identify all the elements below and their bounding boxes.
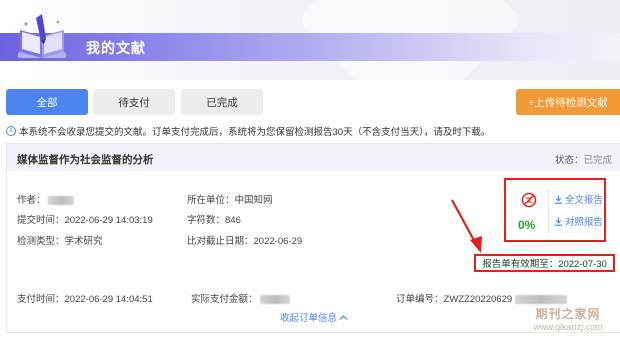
page-title: 我的文献 <box>86 40 146 56</box>
info-icon: i <box>6 126 16 136</box>
submit-time-value: 2022-06-29 14:03:19 <box>64 215 153 226</box>
compare-deadline-label: 比对截止日期： <box>187 236 254 247</box>
order-no-label: 订单编号： <box>396 294 444 305</box>
book-pen-icon <box>18 14 66 58</box>
submit-time-label: 提交时间： <box>17 215 65 226</box>
compare-deadline-value: 2022-06-29 <box>253 236 303 247</box>
compare-report-label: 对照报告 <box>565 217 604 228</box>
watermark: 期刊之家网 www.qikanzj.com <box>518 305 618 332</box>
chevron-up-icon <box>339 314 348 320</box>
order-no-redacted <box>514 294 567 304</box>
detect-type-field: 检测类型：学术研究 <box>17 233 103 247</box>
author-label: 作者： <box>17 195 46 206</box>
tab-unpaid[interactable]: 待支付 <box>93 89 175 115</box>
detect-type-value: 学术研究 <box>64 236 103 247</box>
download-icon <box>554 217 563 226</box>
status-badge: 状态：已完成 <box>555 152 612 166</box>
result-box: 0% 全文报告 对照报告 <box>504 178 606 242</box>
full-report-label: 全文报告 <box>565 195 604 206</box>
report-expiry: 报告单有效期至：2022-07-30 <box>474 254 615 272</box>
char-count-value: 846 <box>225 215 241 226</box>
notice-text: 本系统不会收录您提交的文献。订单支付完成后，系统将为您保留检测报告30天（不含支… <box>19 127 491 138</box>
order-card-header: 媒体监督作为社会监督的分析 状态：已完成 <box>7 144 620 171</box>
pay-time-label: 支付时间： <box>17 294 65 305</box>
submit-time-field: 提交时间：2022-06-29 14:03:19 <box>17 212 153 226</box>
actual-amount-field: 实际支付金额： <box>191 291 291 305</box>
upload-document-button[interactable]: +上传待检测文献 <box>516 89 620 115</box>
collapse-label: 收起订单信息 <box>280 313 338 324</box>
pay-time-field: 支付时间：2022-06-29 14:04:51 <box>17 291 153 305</box>
affiliation-field: 所在单位：中国知网 <box>187 192 273 206</box>
status-label: 状态： <box>554 155 584 166</box>
char-count-field: 字符数：846 <box>187 212 241 226</box>
actual-amount-value-redacted <box>260 294 291 304</box>
affiliation-label: 所在单位： <box>187 195 235 206</box>
char-count-label: 字符数： <box>187 215 226 226</box>
tab-completed[interactable]: 已完成 <box>181 89 263 115</box>
detect-type-label: 检测类型： <box>17 236 65 247</box>
document-title: 媒体监督作为社会监督的分析 <box>17 154 154 166</box>
watermark-line2: www.qikanzj.com <box>533 322 603 332</box>
pay-time-value: 2022-06-29 14:04:51 <box>64 294 153 305</box>
similarity-percent: 0% <box>518 218 536 232</box>
tab-all[interactable]: 全部 <box>6 89 88 115</box>
affiliation-value: 中国知网 <box>234 195 273 206</box>
page-banner: 我的文献 <box>0 0 620 80</box>
order-no-value: ZWZZ20220629 <box>443 294 513 305</box>
notice-bar: i 本系统不会收录您提交的文献。订单支付完成后，系统将为您保留检测报告30天（不… <box>6 124 490 138</box>
actual-amount-label: 实际支付金额： <box>191 294 258 305</box>
full-report-link[interactable]: 全文报告 <box>554 192 603 206</box>
no-similarity-icon <box>521 192 537 208</box>
order-no-field: 订单编号：ZWZZ20220629 <box>396 291 567 305</box>
author-value-redacted <box>48 195 75 205</box>
download-icon <box>554 195 563 204</box>
result-divider <box>548 190 549 234</box>
author-field: 作者： <box>17 192 75 206</box>
annotation-arrow <box>451 199 482 253</box>
watermark-line1: 期刊之家网 <box>535 307 601 321</box>
compare-report-link[interactable]: 对照报告 <box>554 214 603 228</box>
collapse-order-info-button[interactable]: 收起订单信息 <box>280 310 348 324</box>
compare-deadline-field: 比对截止日期：2022-06-29 <box>187 233 302 247</box>
status-value: 已完成 <box>583 155 612 166</box>
